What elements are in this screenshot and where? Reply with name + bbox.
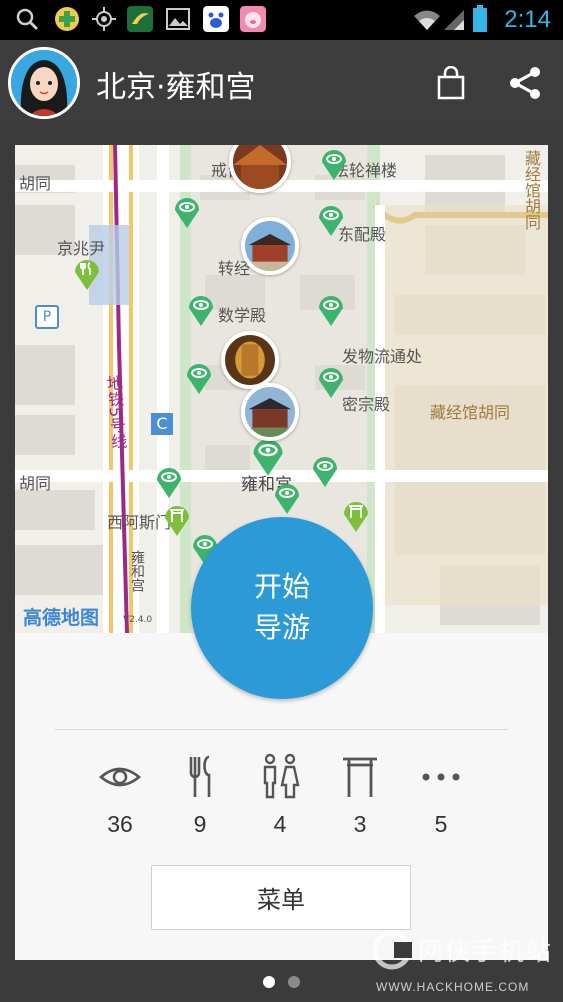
photo-pin[interactable] (221, 331, 279, 389)
eye-pin[interactable] (317, 201, 345, 237)
map-label-shuxuedian: 数学殿 (218, 306, 267, 325)
category-sights[interactable]: 36 (80, 753, 160, 838)
map-version: V2.4.0 (123, 615, 153, 625)
eye-pin[interactable] (185, 359, 213, 395)
start-tour-button[interactable]: 开始 导游 (191, 517, 373, 699)
photo-pin[interactable] (241, 217, 299, 275)
fork-knife-icon (189, 755, 211, 797)
battery-icon (473, 5, 487, 32)
category-more[interactable]: 5 (401, 753, 481, 838)
eye-pin[interactable] (317, 291, 345, 327)
restroom-icon (263, 753, 300, 799)
gate-pin[interactable] (163, 501, 191, 537)
wifi-icon (414, 10, 440, 30)
plant-app-icon (127, 6, 153, 32)
start-tour-line2: 导游 (253, 611, 310, 644)
gate-icon (343, 757, 377, 797)
eye-pin[interactable] (187, 291, 215, 327)
eye-pin[interactable] (173, 193, 201, 229)
map-provider-logo: 高德地图 (23, 607, 100, 629)
food-pin[interactable] (73, 255, 101, 291)
eye-pin[interactable] (320, 145, 348, 181)
map-label-mizongdian: 密宗殿 (342, 395, 391, 414)
app-bar: 北京·雍和宫 (0, 40, 563, 126)
eye-pin[interactable] (317, 363, 345, 399)
share-icon[interactable] (508, 66, 542, 100)
parking-marker: P (35, 305, 59, 329)
category-count: 3 (353, 811, 367, 837)
category-count: 9 (193, 811, 207, 837)
category-food[interactable]: 9 (160, 753, 240, 838)
status-bar: 2:14 (0, 0, 563, 40)
signal-icon (444, 10, 464, 30)
watermark-text: 网侠手机站 (418, 937, 554, 966)
category-count: 4 (273, 811, 287, 837)
map-label-yonghe-road: 雍和宫 (129, 550, 145, 592)
green-cross-app-icon (55, 7, 79, 31)
category-count: 5 (434, 811, 448, 837)
more-dots-icon (422, 773, 460, 781)
baidu-icon (203, 6, 229, 32)
map-label-subway: 地铁5号线 (103, 374, 128, 450)
eye-icon (98, 767, 142, 787)
watermark-url: WWW.HACKHOME.COM (376, 980, 530, 994)
gate-pin[interactable] (342, 497, 370, 533)
map-label-zangjing-h: 藏经馆胡同 (430, 403, 511, 422)
avatar-illustration (11, 50, 77, 116)
watermark: 网侠手机站 WWW.HACKHOME.COM (372, 928, 560, 1000)
map-label-xiasi: 西阿斯门 (107, 513, 172, 532)
page-title: 北京·雍和宫 (96, 70, 256, 105)
map-label-dongpeidian: 东配殿 (338, 225, 387, 244)
map-label-hutong-mid: 胡同 (19, 474, 52, 493)
pig-app-icon (240, 6, 266, 32)
category-restroom[interactable]: 4 (240, 753, 320, 838)
gps-icon (92, 7, 116, 31)
bag-icon[interactable] (436, 66, 466, 100)
search-icon (16, 8, 39, 31)
user-avatar[interactable] (8, 47, 80, 119)
category-count: 36 (107, 811, 133, 837)
status-time: 2:14 (504, 6, 551, 33)
pager-dot-active[interactable] (263, 976, 275, 988)
map-label-hutong-top: 胡同 (19, 174, 52, 193)
map-label-fawu: 发物流通处 (342, 347, 423, 366)
eye-pin[interactable] (311, 452, 339, 488)
eye-pin[interactable] (273, 479, 301, 515)
gallery-icon (166, 8, 190, 30)
metro-c-marker: C (151, 413, 173, 435)
start-tour-line1: 开始 (253, 570, 310, 604)
divider (55, 729, 508, 730)
category-gate[interactable]: 3 (320, 753, 400, 838)
map-label-zangjing-v: 藏经馆胡同 (522, 150, 541, 230)
menu-button[interactable]: 菜单 (151, 865, 411, 930)
pager-dot[interactable] (288, 976, 300, 988)
watermark-logo-icon (372, 930, 412, 970)
eye-pin[interactable] (155, 463, 183, 499)
photo-pin[interactable] (241, 383, 299, 441)
